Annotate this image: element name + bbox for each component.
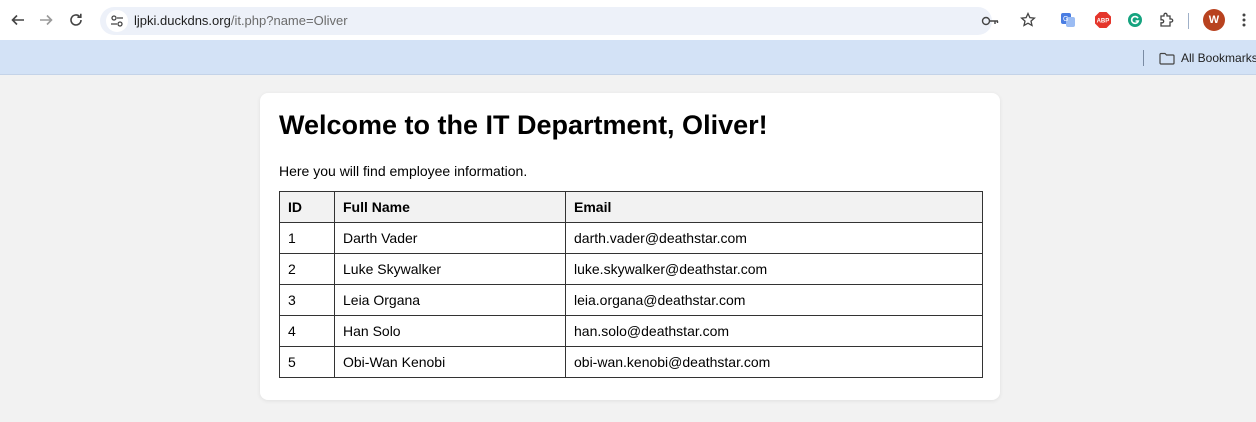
password-key-button[interactable] bbox=[980, 11, 1000, 31]
cell-email: luke.skywalker@deathstar.com bbox=[565, 253, 983, 285]
abp-extension-icon: ABP bbox=[1095, 12, 1111, 28]
reload-button[interactable] bbox=[64, 8, 88, 32]
column-header-email: Email bbox=[565, 191, 983, 223]
column-header-id: ID bbox=[279, 191, 335, 223]
kebab-menu-icon bbox=[1242, 13, 1246, 27]
intro-text: Here you will find employee information. bbox=[279, 163, 528, 179]
bookmarks-bar: All Bookmarks bbox=[0, 40, 1256, 75]
translate-extension-button[interactable]: G bbox=[1058, 10, 1078, 30]
cell-name: Leia Organa bbox=[334, 284, 566, 316]
bookmark-star-button[interactable] bbox=[1018, 10, 1038, 30]
back-button[interactable] bbox=[6, 8, 30, 32]
arrow-left-icon bbox=[11, 14, 24, 26]
cell-id: 1 bbox=[279, 222, 335, 254]
grammarly-extension-button[interactable] bbox=[1125, 10, 1145, 30]
star-icon bbox=[1020, 12, 1036, 27]
content-card: Welcome to the IT Department, Oliver! He… bbox=[260, 93, 1000, 400]
employee-table: ID Full Name Email 1 Darth Vader darth.v… bbox=[279, 191, 983, 378]
all-bookmarks-label: All Bookmarks bbox=[1181, 51, 1256, 65]
folder-icon bbox=[1159, 52, 1175, 65]
toolbar-separator bbox=[1188, 13, 1189, 29]
cell-name: Obi-Wan Kenobi bbox=[334, 346, 566, 378]
cell-name: Luke Skywalker bbox=[334, 253, 566, 285]
cell-id: 2 bbox=[279, 253, 335, 285]
url-path: /it.php?name=Oliver bbox=[230, 13, 348, 28]
table-header-row: ID Full Name Email bbox=[279, 191, 983, 223]
page-title: Welcome to the IT Department, Oliver! bbox=[279, 110, 768, 140]
table-row: 5 Obi-Wan Kenobi obi-wan.kenobi@deathsta… bbox=[279, 346, 983, 378]
svg-text:ABP: ABP bbox=[1097, 19, 1110, 25]
bookmarks-separator bbox=[1143, 50, 1144, 66]
reload-icon bbox=[70, 13, 82, 26]
svg-text:G: G bbox=[1063, 16, 1068, 23]
column-header-full-name: Full Name bbox=[334, 191, 566, 223]
all-bookmarks-folder[interactable]: All Bookmarks bbox=[1159, 49, 1256, 67]
cell-email: leia.organa@deathstar.com bbox=[565, 284, 983, 316]
table-row: 4 Han Solo han.solo@deathstar.com bbox=[279, 315, 983, 347]
site-info-button[interactable] bbox=[106, 10, 128, 32]
table-row: 1 Darth Vader darth.vader@deathstar.com bbox=[279, 222, 983, 254]
cell-name: Han Solo bbox=[334, 315, 566, 347]
profile-avatar-button[interactable]: W bbox=[1203, 9, 1225, 31]
address-bar[interactable]: ljpki.duckdns.org/it.php?name=Oliver bbox=[100, 7, 999, 35]
adblock-extension-button[interactable]: ABP bbox=[1093, 10, 1113, 30]
table-row: 2 Luke Skywalker luke.skywalker@deathsta… bbox=[279, 253, 983, 285]
cell-name: Darth Vader bbox=[334, 222, 566, 254]
browser-toolbar: ljpki.duckdns.org/it.php?name=Oliver G A… bbox=[0, 0, 1256, 40]
extensions-button[interactable] bbox=[1156, 10, 1176, 30]
forward-button[interactable] bbox=[34, 8, 58, 32]
grammarly-extension-icon bbox=[1128, 13, 1142, 27]
menu-button[interactable] bbox=[1236, 10, 1252, 30]
url-host: ljpki.duckdns.org bbox=[134, 13, 231, 28]
cell-id: 4 bbox=[279, 315, 335, 347]
cell-email: obi-wan.kenobi@deathstar.com bbox=[565, 346, 983, 378]
url-text[interactable]: ljpki.duckdns.org/it.php?name=Oliver bbox=[134, 13, 348, 28]
cell-id: 5 bbox=[279, 346, 335, 378]
arrow-right-icon bbox=[40, 14, 53, 26]
cell-email: han.solo@deathstar.com bbox=[565, 315, 983, 347]
translate-extension-icon: G bbox=[1061, 13, 1075, 27]
tune-icon bbox=[111, 15, 123, 27]
cell-email: darth.vader@deathstar.com bbox=[565, 222, 983, 254]
key-icon bbox=[981, 16, 999, 26]
puzzle-icon bbox=[1160, 12, 1174, 27]
cell-id: 3 bbox=[279, 284, 335, 316]
avatar-initial: W bbox=[1208, 14, 1220, 26]
table-row: 3 Leia Organa leia.organa@deathstar.com bbox=[279, 284, 983, 316]
